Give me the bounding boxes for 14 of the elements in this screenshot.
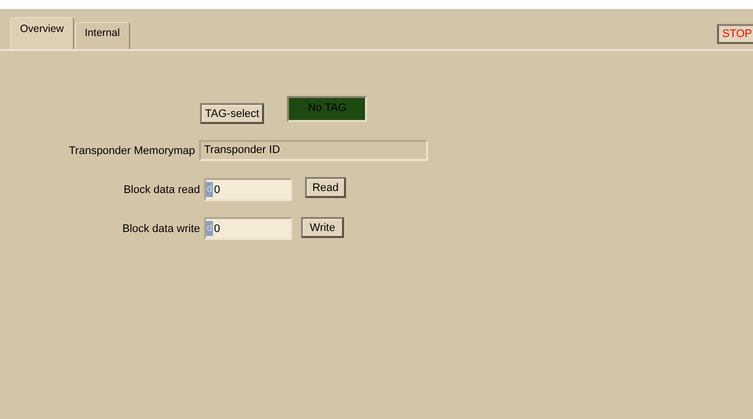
tab[interactable]: Internal bbox=[74, 22, 130, 49]
field-label: Block data write bbox=[121, 222, 201, 234]
numeric-input[interactable]: d 0 bbox=[204, 217, 292, 240]
field-label: Transponder Memorymap bbox=[68, 144, 196, 156]
action-button[interactable]: Read bbox=[305, 177, 346, 198]
tab[interactable]: Overview bbox=[10, 17, 74, 49]
status-indicator: No TAG bbox=[287, 96, 368, 122]
memorymap-display: Transponder ID bbox=[199, 140, 428, 161]
field-label: Block data read bbox=[122, 184, 201, 196]
input-value: 0 bbox=[214, 222, 220, 234]
numeric-input[interactable]: d 0 bbox=[204, 178, 292, 201]
action-button[interactable]: Write bbox=[301, 217, 344, 238]
input-value: 0 bbox=[214, 184, 220, 196]
tag-select-button[interactable]: TAG-select bbox=[200, 103, 264, 124]
